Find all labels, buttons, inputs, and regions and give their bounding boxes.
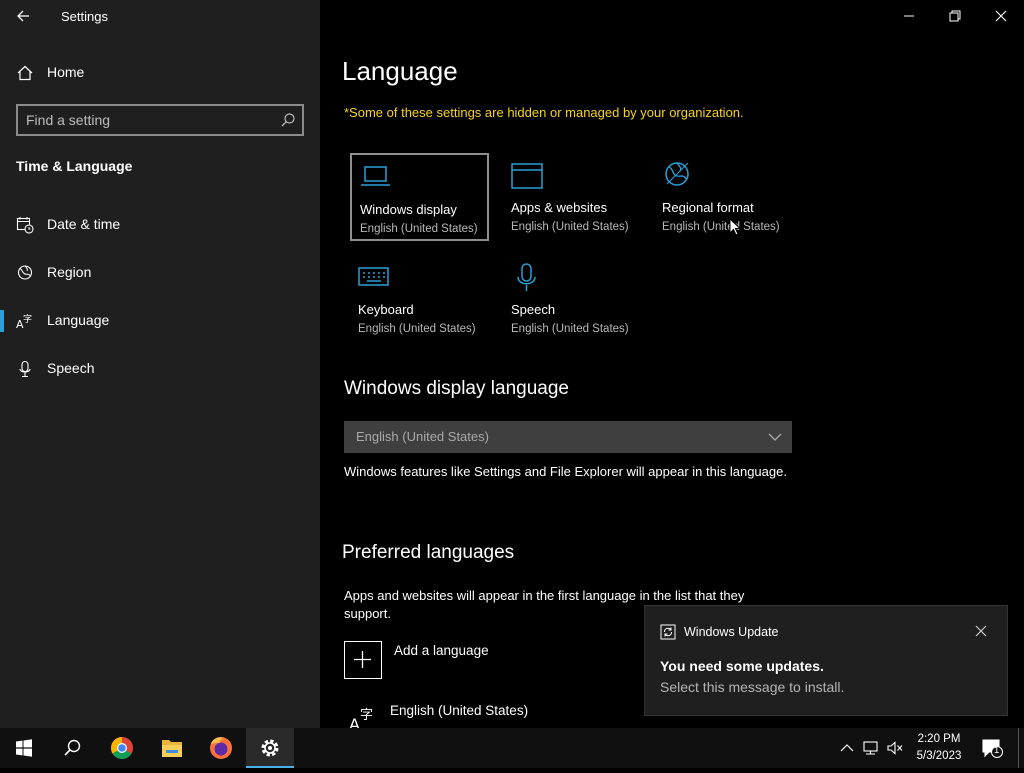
laptop-icon [361, 166, 390, 186]
settings-gear-icon [261, 739, 279, 757]
start-icon [16, 739, 32, 757]
tile-title: Keyboard [358, 302, 414, 317]
clock-time: 2:20 PM [917, 733, 961, 745]
notification-toast[interactable]: Windows Update You need some updates. Se… [644, 605, 1008, 716]
sidebar-item-language[interactable]: A 字 Language [0, 301, 320, 341]
svg-text:A: A [349, 715, 360, 728]
tile-subtitle: English (United States) [662, 221, 780, 233]
sidebar: Settings Home Time & Language Date & tim… [0, 0, 320, 728]
display-language-heading: Windows display language [344, 378, 569, 399]
globe-icon [665, 162, 689, 186]
language-icon: A 字 [16, 313, 32, 330]
tile-keyboard[interactable]: Keyboard English (United States) [350, 255, 489, 343]
action-center-button[interactable]: 1 [980, 737, 1004, 759]
dropdown-value: English (United States) [356, 429, 489, 444]
volume-muted-icon[interactable] [886, 739, 904, 757]
active-indicator [0, 310, 4, 332]
start-button[interactable] [0, 728, 48, 768]
close-icon [995, 10, 1007, 22]
tile-subtitle: English (United States) [511, 323, 629, 335]
tile-subtitle: English (United States) [358, 323, 476, 335]
add-language-label[interactable]: Add a language [394, 643, 489, 658]
sidebar-item-home[interactable]: Home [0, 53, 320, 93]
display-language-dropdown[interactable]: English (United States) [344, 421, 792, 453]
taskbar-file-explorer[interactable] [148, 728, 196, 768]
sync-icon [660, 624, 676, 640]
taskbar: 2:20 PM 5/3/2023 1 [0, 728, 1024, 768]
search-input[interactable] [26, 110, 266, 130]
microphone-icon [19, 360, 31, 378]
taskbar-settings[interactable] [246, 728, 294, 768]
sidebar-item-speech[interactable]: Speech [0, 349, 320, 389]
home-icon [17, 65, 33, 81]
toast-app-name: Windows Update [684, 625, 779, 639]
section-title: Time & Language [16, 158, 133, 174]
display-language-description: Windows features like Settings and File … [344, 464, 787, 479]
tile-apps-websites[interactable]: Apps & websites English (United States) [503, 153, 642, 241]
language-icon: A 字 [349, 708, 373, 728]
sidebar-item-region[interactable]: Region [0, 253, 320, 293]
tile-subtitle: English (United States) [360, 223, 478, 235]
chevron-up-icon[interactable] [838, 739, 856, 757]
page-title: Language [342, 56, 458, 86]
close-icon[interactable] [971, 621, 991, 641]
tile-title: Regional format [662, 200, 754, 215]
tile-regional-format[interactable]: Regional format English (United States) [654, 153, 793, 241]
system-clock[interactable]: 2:20 PM 5/3/2023 [908, 731, 970, 765]
toast-body: Select this message to install. [660, 679, 845, 695]
firefox-icon [210, 737, 232, 759]
file-explorer-icon [162, 740, 182, 757]
back-arrow-icon [17, 10, 29, 22]
minimize-icon [904, 15, 914, 17]
notification-icon [982, 739, 1003, 758]
mouse-cursor-icon [729, 218, 741, 236]
sidebar-item-label: Speech [47, 360, 95, 376]
chrome-icon [111, 737, 133, 759]
taskbar-chrome[interactable] [98, 728, 146, 768]
notification-count: 1 [994, 745, 1000, 756]
toast-heading: You need some updates. [660, 658, 824, 674]
tile-title: Windows display [360, 202, 457, 217]
tile-subtitle: English (United States) [511, 221, 629, 233]
sidebar-item-label: Region [47, 264, 92, 280]
minimize-button[interactable] [886, 0, 932, 32]
language-list-item[interactable]: English (United States) [390, 703, 528, 718]
search-box[interactable] [16, 104, 304, 136]
globe-icon [17, 265, 33, 280]
tile-title: Apps & websites [511, 200, 608, 215]
taskbar-search-button[interactable] [48, 728, 96, 768]
back-button[interactable] [12, 5, 36, 27]
restore-icon [949, 10, 961, 22]
microphone-icon [517, 263, 536, 291]
search-icon[interactable] [280, 112, 296, 128]
tile-windows-display[interactable]: Windows display English (United States) [350, 153, 489, 241]
managed-notice: *Some of these settings are hidden or ma… [344, 105, 744, 120]
plus-icon [354, 651, 371, 668]
svg-text:字: 字 [360, 708, 373, 723]
clock-date: 5/3/2023 [916, 750, 962, 762]
sidebar-item-label: Date & time [47, 216, 121, 232]
app-title: Settings [61, 9, 108, 24]
svg-text:字: 字 [23, 313, 32, 325]
calendar-clock-icon [16, 217, 34, 234]
sidebar-item-label: Home [47, 64, 85, 80]
chevron-down-icon [768, 433, 782, 441]
sidebar-item-label: Language [47, 312, 110, 328]
preferred-languages-heading: Preferred languages [342, 542, 515, 563]
search-icon [64, 739, 81, 756]
restore-button[interactable] [932, 0, 978, 32]
browser-window-icon [511, 163, 543, 189]
taskbar-firefox[interactable] [197, 728, 245, 768]
close-button[interactable] [978, 0, 1024, 32]
tile-speech[interactable]: Speech English (United States) [503, 255, 642, 343]
keyboard-icon [358, 267, 389, 286]
sidebar-item-date-time[interactable]: Date & time [0, 205, 320, 245]
network-icon[interactable] [862, 739, 880, 757]
tile-title: Speech [511, 302, 556, 317]
add-language-button[interactable] [344, 641, 382, 679]
show-desktop-button[interactable] [1018, 728, 1024, 768]
